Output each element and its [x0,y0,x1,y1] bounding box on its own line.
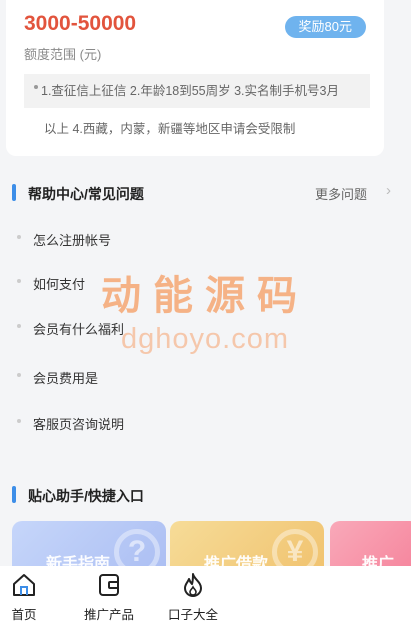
tab-label: 口子大全 [167,608,218,622]
credit-amount: 3000-50000 [24,12,137,35]
credit-range-label: 额度范围 (元) [24,47,102,62]
bullet-icon [17,373,21,377]
faq-item[interactable]: 会员有什么福利 [0,315,411,341]
credit-card: 3000-50000 额度范围 (元) 奖励80元 1.查征信上征信 2.年龄1… [6,0,384,156]
faq-item[interactable]: 会员费用是 [0,364,411,390]
faq-item-label: 会员费用是 [33,371,99,386]
tab-loan-collection[interactable]: 口子大全 [162,566,224,631]
more-questions-link[interactable]: 更多问题 [315,184,367,203]
faq-item-label: 如何支付 [33,277,86,292]
bottom-tab-bar: 首页 推广产品 口子大全 [0,566,411,631]
home-icon [13,574,35,596]
flame-icon [184,573,202,597]
tab-home[interactable]: 首页 [5,566,43,631]
bullet-icon [34,85,38,89]
requirements-line-2: 以上 4.西藏，内蒙，新疆等地区申请会受限制 [44,122,296,136]
shortcuts-section-header: 贴心助手/快捷入口 [0,483,411,507]
reward-badge[interactable]: 奖励80元 [284,16,366,38]
tab-label: 首页 [11,608,37,622]
faq-item[interactable]: 如何支付 [0,270,411,296]
section-accent-bar [12,184,16,201]
bullet-icon [17,235,21,239]
bullet-icon [17,279,21,283]
bullet-icon [17,324,21,328]
faq-item-label: 怎么注册帐号 [33,233,112,248]
help-section-header: 帮助中心/常见问题 更多问题 › [0,181,411,205]
requirements-line-1: 1.查征信上征信 2.年龄18到55周岁 3.实名制手机号3月 [41,84,339,98]
requirements-notice: 1.查征信上征信 2.年龄18到55周岁 3.实名制手机号3月 [24,74,370,108]
faq-item-label: 会员有什么福利 [33,322,125,337]
faq-item[interactable]: 怎么注册帐号 [0,226,411,252]
faq-item-label: 客服页咨询说明 [33,417,125,432]
shortcuts-section-title: 贴心助手/快捷入口 [28,488,144,504]
wallet-icon [99,574,119,596]
chevron-right-icon[interactable]: › [386,182,391,199]
bullet-icon [17,419,21,423]
faq-item[interactable]: 客服页咨询说明 [0,410,411,436]
tab-promote-products[interactable]: 推广产品 [78,566,140,631]
help-section-title: 帮助中心/常见问题 [28,186,144,202]
section-accent-bar [12,486,16,503]
tab-label: 推广产品 [83,608,134,622]
